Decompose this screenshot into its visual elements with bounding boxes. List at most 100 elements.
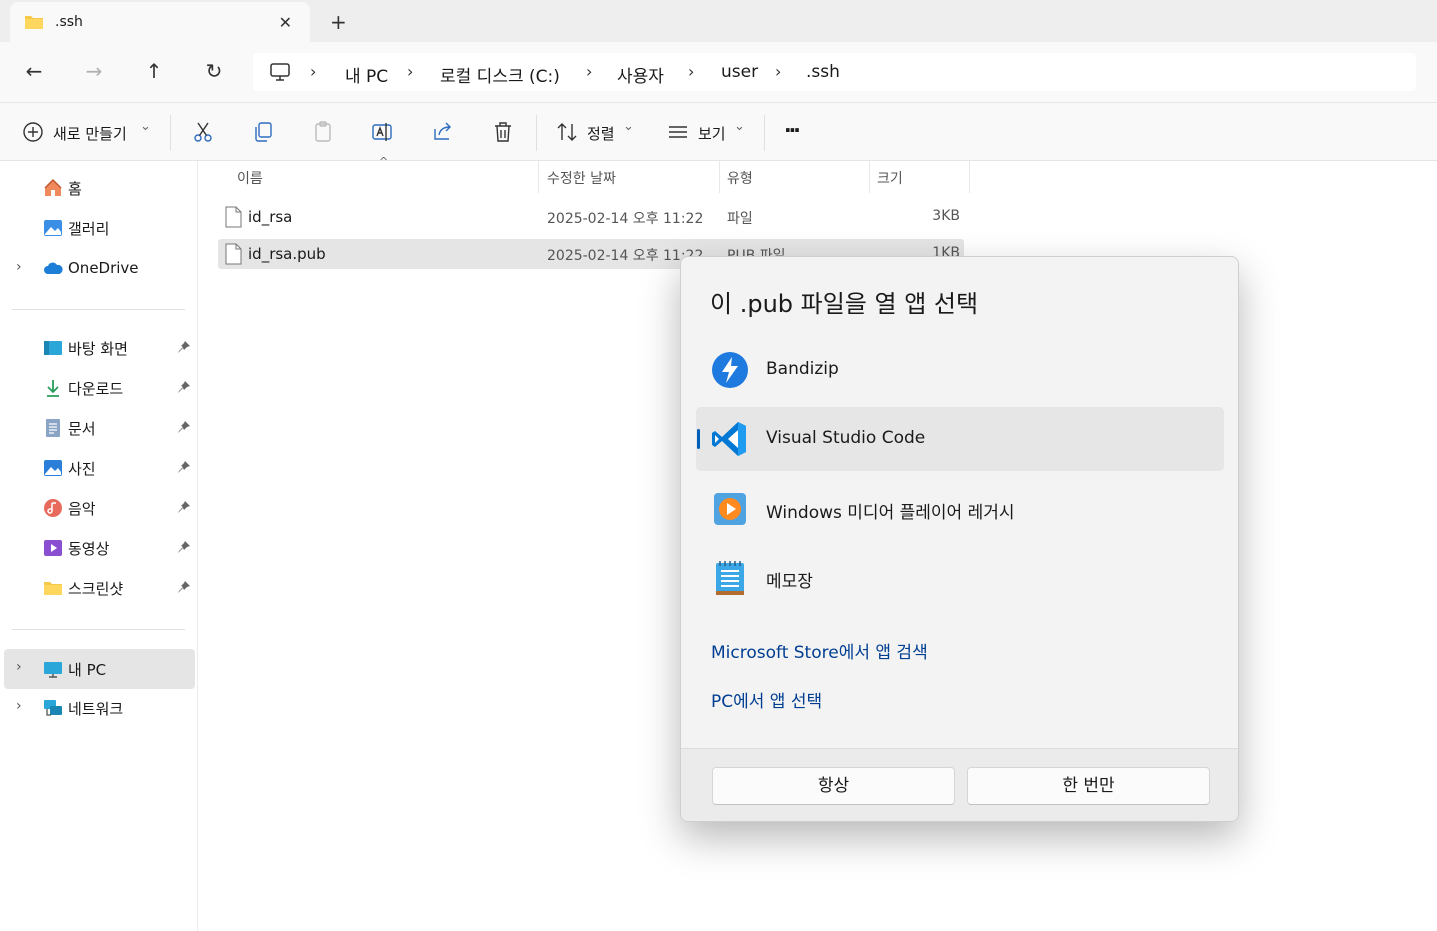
app-option-bandizip[interactable]: Bandizip: [696, 338, 1224, 402]
bandizip-icon: [712, 352, 748, 388]
chevron-right-icon[interactable]: ›: [16, 659, 22, 675]
breadcrumb-item[interactable]: 로컬 디스크 (C:): [440, 62, 560, 87]
app-option-notepad[interactable]: 메모장: [696, 546, 1224, 610]
breadcrumb-separator: ›: [688, 62, 695, 81]
copy-icon[interactable]: [251, 120, 275, 144]
music-icon: [44, 499, 62, 517]
always-button[interactable]: 항상: [712, 767, 955, 805]
sidebar-item-screenshots[interactable]: 스크린샷: [0, 568, 195, 608]
store-search-link[interactable]: Microsoft Store에서 앱 검색: [711, 638, 928, 663]
file-row[interactable]: id_rsa 2025-02-14 오후 11:22 파일 3KB: [218, 202, 964, 232]
vscode-icon: [712, 422, 746, 456]
network-icon: [44, 700, 62, 716]
breadcrumb-item[interactable]: .ssh: [806, 62, 840, 82]
close-tab-icon[interactable]: ✕: [279, 13, 292, 32]
pin-icon[interactable]: [177, 460, 191, 474]
delete-icon[interactable]: [491, 120, 515, 144]
monitor-icon: [270, 63, 290, 81]
pin-icon[interactable]: [177, 340, 191, 354]
more-options-button[interactable]: ···: [784, 118, 801, 142]
pin-icon[interactable]: [177, 580, 191, 594]
breadcrumb-item[interactable]: 사용자: [617, 62, 664, 87]
breadcrumb-item[interactable]: 내 PC: [345, 62, 388, 87]
choose-app-on-pc-link[interactable]: PC에서 앱 선택: [711, 687, 822, 712]
sidebar-item-pictures[interactable]: 사진: [0, 448, 195, 488]
sidebar-item-gallery[interactable]: 갤러리: [0, 208, 195, 248]
up-button[interactable]: ↑: [143, 60, 165, 82]
navigation-pane: 홈 갤러리 › OneDrive 바탕 화면 다운로드 문서 사진 음악 동영상…: [0, 161, 198, 931]
column-divider: [719, 161, 720, 193]
pin-icon[interactable]: [177, 420, 191, 434]
column-divider: [538, 161, 539, 193]
column-header-date[interactable]: 수정한 날짜: [547, 168, 616, 188]
chevron-down-icon: ⌄: [140, 119, 151, 134]
folder-icon: [25, 16, 43, 29]
view-button[interactable]: 보기: [698, 123, 726, 144]
breadcrumb-separator: ›: [586, 62, 593, 81]
breadcrumb-separator: ›: [310, 62, 317, 81]
column-header-size[interactable]: 크기: [877, 168, 903, 188]
view-icon: [669, 126, 687, 138]
chevron-down-icon: ⌄: [734, 119, 745, 134]
share-icon[interactable]: [431, 120, 455, 144]
notepad-icon: [716, 561, 744, 595]
media-player-icon: [714, 493, 746, 525]
new-tab-button[interactable]: +: [330, 10, 347, 34]
sidebar-item-label: 홈: [68, 180, 82, 198]
back-button[interactable]: ←: [23, 60, 45, 82]
tab-title: .ssh: [55, 14, 83, 30]
pin-icon[interactable]: [177, 500, 191, 514]
folder-icon: [44, 582, 62, 595]
sidebar-item-label: 다운로드: [68, 380, 124, 398]
column-header-name[interactable]: 이름: [237, 168, 263, 188]
sidebar-item-downloads[interactable]: 다운로드: [0, 368, 195, 408]
breadcrumb-separator: ›: [407, 62, 414, 81]
app-option-vscode[interactable]: Visual Studio Code: [696, 407, 1224, 471]
onedrive-icon: [44, 262, 63, 274]
sort-button[interactable]: 정렬: [587, 123, 615, 144]
sidebar-item-this-pc[interactable]: › 내 PC: [4, 649, 195, 689]
sidebar-divider: [12, 309, 185, 310]
breadcrumb-item[interactable]: user: [721, 62, 758, 82]
refresh-button[interactable]: ↻: [203, 60, 225, 82]
app-option-media-player[interactable]: Windows 미디어 플레이어 레거시: [696, 477, 1224, 541]
column-header-type[interactable]: 유형: [727, 168, 753, 188]
file-date: 2025-02-14 오후 11:22: [547, 211, 704, 227]
sidebar-item-label: 바탕 화면: [68, 340, 128, 358]
pin-icon[interactable]: [177, 540, 191, 554]
sidebar-item-label: OneDrive: [68, 259, 139, 277]
sidebar-item-label: 문서: [68, 420, 96, 438]
open-with-dialog: 이 .pub 파일을 열 앱 선택 Bandizip Visual Studio…: [680, 256, 1239, 822]
file-icon: [225, 243, 242, 265]
home-icon: [44, 178, 62, 196]
sidebar-item-music[interactable]: 음악: [0, 488, 195, 528]
tab-ssh[interactable]: .ssh ✕: [10, 2, 310, 42]
dialog-footer: 항상 한 번만: [681, 748, 1238, 821]
sidebar-item-label: 네트워크: [68, 700, 124, 718]
column-divider: [969, 161, 970, 193]
sidebar-item-onedrive[interactable]: › OneDrive: [0, 249, 195, 289]
chevron-right-icon[interactable]: ›: [16, 259, 22, 275]
pin-icon[interactable]: [177, 380, 191, 394]
file-name: id_rsa.pub: [248, 245, 326, 263]
paste-icon[interactable]: [311, 120, 335, 144]
forward-button[interactable]: →: [83, 60, 105, 82]
sidebar-item-network[interactable]: › 네트워크: [0, 688, 195, 728]
rename-icon[interactable]: [371, 120, 395, 144]
sidebar-item-label: 갤러리: [68, 220, 110, 238]
sidebar-item-home[interactable]: 홈: [0, 168, 195, 208]
app-label: Windows 미디어 플레이어 레거시: [766, 503, 1015, 523]
breadcrumb-separator: ›: [775, 62, 782, 81]
address-bar[interactable]: › 내 PC › 로컬 디스크 (C:) › 사용자 › user › .ssh: [253, 53, 1416, 91]
chevron-right-icon[interactable]: ›: [16, 698, 22, 714]
sidebar-item-videos[interactable]: 동영상: [0, 528, 195, 568]
chevron-down-icon: ⌄: [623, 119, 634, 134]
sidebar-item-label: 스크린샷: [68, 580, 124, 598]
new-button[interactable]: 새로 만들기: [53, 123, 127, 144]
file-type: 파일: [727, 211, 753, 227]
sidebar-item-label: 내 PC: [68, 661, 107, 679]
sidebar-item-desktop[interactable]: 바탕 화면: [0, 328, 195, 368]
just-once-button[interactable]: 한 번만: [967, 767, 1210, 805]
sidebar-item-documents[interactable]: 문서: [0, 408, 195, 448]
cut-icon[interactable]: [191, 120, 215, 144]
